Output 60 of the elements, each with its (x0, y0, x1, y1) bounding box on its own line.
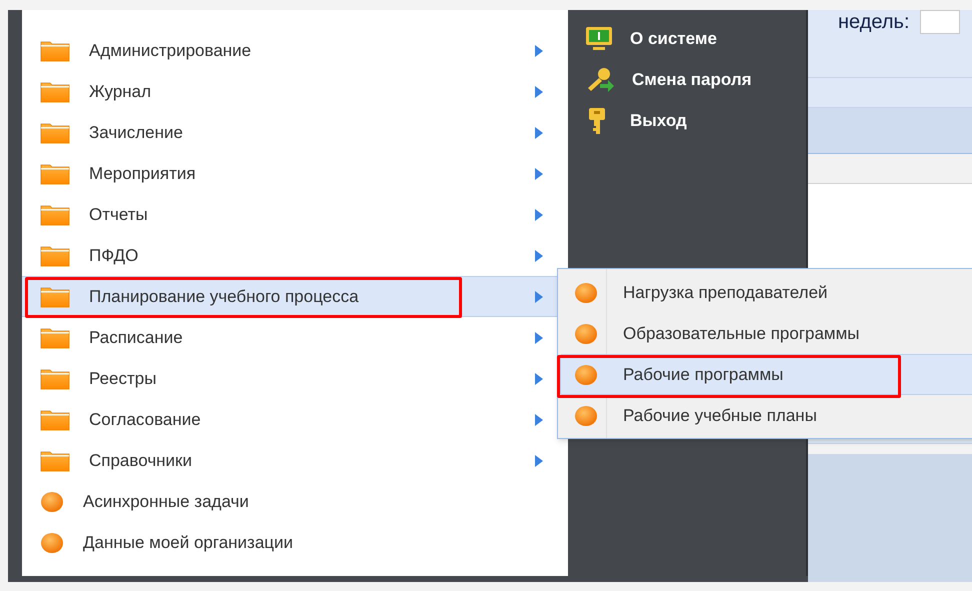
folder-icon (40, 286, 70, 308)
monitor-icon (584, 24, 614, 52)
submenu-arrow-icon (534, 44, 544, 58)
submenu-arrow-icon (534, 126, 544, 140)
submenu-arrow-icon (534, 166, 544, 180)
menu-item-label: Расписание (89, 326, 183, 349)
submenu-arrow-icon (534, 372, 544, 386)
menu-item-label: Зачисление (89, 122, 183, 144)
menu-item[interactable]: Журнал (22, 71, 568, 112)
system-menu-item[interactable]: Смена пароля (584, 59, 806, 100)
submenu-arrow-icon (534, 412, 544, 426)
folder-icon (40, 40, 70, 62)
menu-item-label: Согласование (89, 408, 201, 431)
submenu-arrow-icon (534, 248, 544, 262)
submenu-arrow-icon (534, 84, 544, 98)
submenu-arrow-icon (534, 330, 544, 344)
menu-item[interactable]: Справочники (22, 440, 568, 481)
menu-item-label: Реестры (89, 368, 156, 390)
submenu-item-label: Образовательные программы (623, 322, 860, 345)
submenu-arrow-icon (534, 290, 544, 304)
folder-icon (40, 368, 70, 390)
bullet-icon (40, 490, 64, 512)
menu-item[interactable]: Зачисление (22, 112, 568, 153)
menu-item[interactable]: Администрирование (22, 30, 568, 71)
menu-item-label: Администрирование (89, 40, 252, 62)
menu-item-label: Мероприятия (89, 162, 196, 185)
submenu-arrow-icon (534, 208, 544, 222)
menu-item[interactable]: Асинхронные задачи (22, 481, 568, 522)
field-label: недель: (838, 10, 910, 34)
submenu-item[interactable]: Рабочие программы (560, 354, 972, 395)
folder-icon (40, 450, 70, 472)
folder-icon (40, 244, 70, 266)
bullet-icon (574, 364, 598, 386)
system-menu-item[interactable]: Выход (584, 100, 806, 141)
menu-item[interactable]: Отчеты (22, 194, 568, 235)
menu-item-label: Отчеты (89, 204, 148, 226)
bullet-icon (574, 404, 598, 426)
submenu-item-label: Нагрузка преподавателей (623, 282, 828, 304)
folder-icon (40, 80, 70, 102)
menu-item-label: Асинхронные задачи (83, 490, 249, 513)
folder-icon (40, 204, 70, 226)
input-field[interactable] (920, 10, 960, 34)
submenu-arrow-icon (534, 454, 544, 468)
submenu-item-label: Рабочие учебные планы (623, 404, 817, 427)
folder-icon (40, 162, 70, 184)
folder-icon (40, 326, 70, 348)
menu-item-label: Планирование учебного процесса (89, 286, 359, 308)
bullet-icon (574, 322, 598, 344)
menu-item-label: Справочники (89, 450, 192, 472)
submenu-item-label: Рабочие программы (623, 364, 784, 386)
folder-icon (40, 408, 70, 430)
system-menu-item[interactable]: О системе (584, 18, 806, 59)
menu-item-label: Данные моей организации (83, 532, 294, 554)
menu-item[interactable]: Данные моей организации (22, 522, 568, 563)
bullet-icon (40, 532, 64, 554)
folder-icon (40, 122, 70, 144)
menu-item-label: ПФДО (89, 244, 138, 267)
menu-item-label: Журнал (89, 80, 152, 103)
bullet-icon (574, 282, 598, 304)
menu-item[interactable]: Мероприятия (22, 153, 568, 194)
